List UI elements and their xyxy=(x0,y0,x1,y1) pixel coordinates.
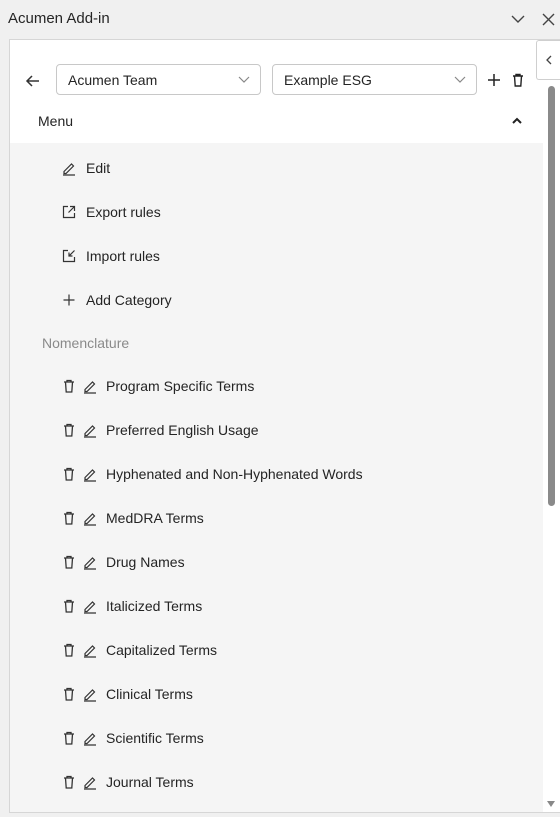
category-label[interactable]: Journal Terms xyxy=(106,774,194,790)
close-icon[interactable] xyxy=(540,11,556,27)
task-pane: Acumen Team Example ESG Menu Edit Export… xyxy=(9,39,560,813)
menu-label: Menu xyxy=(38,113,74,129)
trash-icon[interactable] xyxy=(61,598,77,614)
scrollbar-thumb[interactable] xyxy=(548,86,555,506)
ruleset-select-value: Example ESG xyxy=(284,72,372,88)
trash-icon[interactable] xyxy=(61,730,77,746)
export-icon xyxy=(61,204,77,220)
category-row[interactable]: Clinical Terms xyxy=(10,679,510,709)
category-row[interactable]: Journal Terms xyxy=(10,767,510,797)
pencil-icon[interactable] xyxy=(82,642,98,658)
category-row[interactable]: MedDRA Terms xyxy=(10,503,510,533)
chevron-down-icon xyxy=(238,74,250,84)
trash-icon[interactable] xyxy=(61,686,77,702)
scroll-down-arrow-icon[interactable] xyxy=(546,799,556,809)
pencil-icon[interactable] xyxy=(82,422,98,438)
trash-icon[interactable] xyxy=(61,642,77,658)
category-row[interactable]: Hyphenated and Non-Hyphenated Words xyxy=(10,459,510,489)
pencil-icon[interactable] xyxy=(82,378,98,394)
collapse-pane-button[interactable] xyxy=(536,40,560,80)
category-label[interactable]: Scientific Terms xyxy=(106,730,204,746)
category-row[interactable]: Italicized Terms xyxy=(10,591,510,621)
menu-header[interactable]: Menu xyxy=(10,104,537,142)
trash-icon[interactable] xyxy=(61,554,77,570)
pencil-icon[interactable] xyxy=(82,774,98,790)
category-row[interactable]: Capitalized Terms xyxy=(10,635,510,665)
add-icon[interactable] xyxy=(486,72,502,88)
section-title: Nomenclature xyxy=(42,335,130,351)
category-row[interactable]: Preferred English Usage xyxy=(10,415,510,445)
import-rules-menu-item[interactable]: Import rules xyxy=(10,241,510,271)
pencil-icon[interactable] xyxy=(82,730,98,746)
ruleset-select[interactable]: Example ESG xyxy=(272,64,477,95)
category-row[interactable]: Drug Names xyxy=(10,547,510,577)
trash-icon[interactable] xyxy=(61,510,77,526)
title-bar: Acumen Add-in xyxy=(0,0,560,38)
edit-menu-item[interactable]: Edit xyxy=(10,153,510,183)
category-row[interactable]: Program Specific Terms xyxy=(10,371,510,401)
trash-icon[interactable] xyxy=(61,422,77,438)
delete-icon[interactable] xyxy=(510,72,526,88)
add-category-menu-item[interactable]: Add Category xyxy=(10,285,510,315)
trash-icon[interactable] xyxy=(61,774,77,790)
category-row[interactable]: Scientific Terms xyxy=(10,723,510,753)
category-label[interactable]: Capitalized Terms xyxy=(106,642,217,658)
team-select[interactable]: Acumen Team xyxy=(56,64,261,95)
category-label[interactable]: MedDRA Terms xyxy=(106,510,204,526)
pencil-icon xyxy=(61,160,77,176)
pencil-icon[interactable] xyxy=(82,598,98,614)
menu-body: Edit Export rules Import rules Add Categ… xyxy=(10,143,543,812)
category-label[interactable]: Clinical Terms xyxy=(106,686,193,702)
category-label[interactable]: Program Specific Terms xyxy=(106,378,254,394)
export-rules-label: Export rules xyxy=(86,204,161,220)
team-select-value: Acumen Team xyxy=(68,72,158,88)
plus-icon xyxy=(61,292,77,308)
chevron-up-icon xyxy=(511,115,523,127)
category-label[interactable]: Italicized Terms xyxy=(106,598,202,614)
edit-label: Edit xyxy=(86,160,111,176)
chevron-down-icon[interactable] xyxy=(510,11,526,27)
pencil-icon[interactable] xyxy=(82,510,98,526)
trash-icon[interactable] xyxy=(61,378,77,394)
category-label[interactable]: Hyphenated and Non-Hyphenated Words xyxy=(106,466,363,482)
app-title: Acumen Add-in xyxy=(8,10,110,27)
chevron-down-icon xyxy=(454,74,466,84)
pencil-icon[interactable] xyxy=(82,554,98,570)
back-arrow-icon[interactable] xyxy=(24,72,42,90)
category-label[interactable]: Preferred English Usage xyxy=(106,422,259,438)
import-rules-label: Import rules xyxy=(86,248,160,264)
trash-icon[interactable] xyxy=(61,466,77,482)
category-label[interactable]: Drug Names xyxy=(106,554,185,570)
pencil-icon[interactable] xyxy=(82,466,98,482)
pencil-icon[interactable] xyxy=(82,686,98,702)
add-category-label: Add Category xyxy=(86,292,172,308)
export-rules-menu-item[interactable]: Export rules xyxy=(10,197,510,227)
import-icon xyxy=(61,248,77,264)
